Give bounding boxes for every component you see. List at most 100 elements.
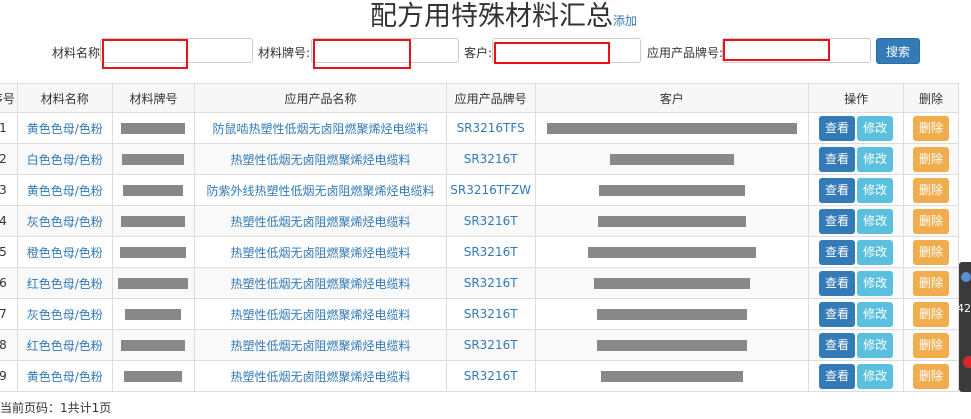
delete-button[interactable]: 删除: [913, 208, 950, 234]
view-button[interactable]: 查看: [819, 146, 856, 172]
search-button[interactable]: 搜索: [876, 38, 920, 64]
table-row: 3 黄色色母/色粉 防紫外线热塑性低烟无卤阻燃聚烯烃电缆料 SR3216TFZW…: [0, 174, 959, 206]
header-customer: 客户: [534, 83, 810, 113]
delete-cell: 删除: [903, 174, 959, 206]
material-grade: [111, 298, 196, 330]
header-material-grade: 材料牌号: [111, 83, 196, 113]
product-grade[interactable]: SR3216T: [445, 143, 536, 175]
material-grade: [111, 205, 196, 237]
material-name[interactable]: 黄色色母/色粉: [16, 112, 113, 144]
delete-button[interactable]: 删除: [913, 332, 950, 358]
view-button[interactable]: 查看: [819, 363, 856, 389]
materials-table: 序号 材料名称 材料牌号 应用产品名称 应用产品牌号 客户 操作 删除 1 黄色…: [0, 83, 959, 392]
material-name[interactable]: 橙色色母/色粉: [16, 236, 113, 268]
delete-cell: 删除: [903, 298, 959, 330]
product-name[interactable]: 热塑性低烟无卤阻燃聚烯烃电缆料: [194, 329, 447, 361]
row-no: 1: [0, 112, 18, 144]
widget-red-icon[interactable]: [963, 356, 971, 368]
delete-cell: 删除: [903, 143, 959, 175]
product-name[interactable]: 防紫外线热塑性低烟无卤阻燃聚烯烃电缆料: [194, 174, 447, 206]
customer-input[interactable]: [492, 38, 641, 63]
delete-button[interactable]: 删除: [913, 301, 950, 327]
widget-icon[interactable]: [961, 272, 971, 282]
view-button[interactable]: 查看: [819, 239, 856, 265]
customer: [534, 236, 810, 268]
edit-button[interactable]: 修改: [857, 208, 894, 234]
product-name[interactable]: 热塑性低烟无卤阻燃聚烯烃电缆料: [194, 267, 447, 299]
material-name[interactable]: 红色色母/色粉: [16, 267, 113, 299]
customer: [534, 329, 810, 361]
material-grade: [111, 329, 196, 361]
customer: [534, 174, 810, 206]
table-header-row: 序号 材料名称 材料牌号 应用产品名称 应用产品牌号 客户 操作 删除: [0, 83, 959, 113]
customer-label: 客户:: [464, 46, 493, 60]
delete-button[interactable]: 删除: [913, 363, 950, 389]
delete-button[interactable]: 删除: [913, 115, 950, 141]
redacted-text: [120, 247, 187, 258]
redacted-text: [609, 154, 734, 165]
delete-button[interactable]: 删除: [913, 270, 950, 296]
product-grade[interactable]: SR3216T: [445, 205, 536, 237]
row-no: 8: [0, 329, 18, 361]
view-button[interactable]: 查看: [819, 270, 856, 296]
header-delete: 删除: [903, 83, 959, 113]
table-row: 8 红色色母/色粉 热塑性低烟无卤阻燃聚烯烃电缆料 SR3216T 查看修改 删…: [0, 329, 959, 361]
edit-button[interactable]: 修改: [857, 115, 894, 141]
redacted-text: [593, 278, 750, 289]
delete-button[interactable]: 删除: [913, 177, 950, 203]
product-name[interactable]: 热塑性低烟无卤阻燃聚烯烃电缆料: [194, 143, 447, 175]
row-no: 4: [0, 205, 18, 237]
view-button[interactable]: 查看: [819, 301, 856, 327]
product-grade[interactable]: SR3216T: [445, 360, 536, 392]
material-grade-input[interactable]: [311, 38, 459, 63]
product-grade[interactable]: SR3216T: [445, 267, 536, 299]
delete-button[interactable]: 删除: [913, 239, 950, 265]
material-name[interactable]: 灰色色母/色粉: [16, 298, 113, 330]
add-link[interactable]: 添加: [613, 14, 637, 28]
view-button[interactable]: 查看: [819, 177, 856, 203]
edit-button[interactable]: 修改: [857, 177, 894, 203]
product-name[interactable]: 防鼠啮热塑性低烟无卤阻燃聚烯烃电缆料: [194, 112, 447, 144]
table-row: 7 灰色色母/色粉 热塑性低烟无卤阻燃聚烯烃电缆料 SR3216T 查看修改 删…: [0, 298, 959, 330]
table-row: 2 白色色母/色粉 热塑性低烟无卤阻燃聚烯烃电缆料 SR3216T 查看修改 删…: [0, 143, 959, 175]
edit-button[interactable]: 修改: [857, 146, 894, 172]
material-grade: [111, 112, 196, 144]
product-grade[interactable]: SR3216T: [445, 329, 536, 361]
edit-button[interactable]: 修改: [857, 239, 894, 265]
material-name[interactable]: 白色色母/色粉: [16, 143, 113, 175]
material-name[interactable]: 红色色母/色粉: [16, 329, 113, 361]
product-grade[interactable]: SR3216TFS: [445, 112, 536, 144]
edit-button[interactable]: 修改: [857, 270, 894, 296]
edit-button[interactable]: 修改: [857, 301, 894, 327]
product-grade[interactable]: SR3216TFZW: [445, 174, 536, 206]
material-grade: [111, 236, 196, 268]
edit-button[interactable]: 修改: [857, 332, 894, 358]
material-name[interactable]: 灰色色母/色粉: [16, 205, 113, 237]
redacted-text: [598, 185, 745, 196]
view-button[interactable]: 查看: [819, 208, 856, 234]
header-product-name: 应用产品名称: [194, 83, 447, 113]
material-name-input[interactable]: [100, 38, 253, 63]
product-grade[interactable]: SR3216T: [445, 298, 536, 330]
search-bar: 材料名称 材料牌号: 客户: 应用产品牌号: 搜索: [0, 38, 971, 69]
view-button[interactable]: 查看: [819, 332, 856, 358]
redacted-text: [118, 278, 189, 289]
product-name[interactable]: 热塑性低烟无卤阻燃聚烯烃电缆料: [194, 236, 447, 268]
material-name[interactable]: 黄色色母/色粉: [16, 174, 113, 206]
redacted-text: [124, 371, 183, 382]
product-grade[interactable]: SR3216T: [445, 236, 536, 268]
customer: [534, 267, 810, 299]
product-name[interactable]: 热塑性低烟无卤阻燃聚烯烃电缆料: [194, 205, 447, 237]
product-name[interactable]: 热塑性低烟无卤阻燃聚烯烃电缆料: [194, 298, 447, 330]
product-name[interactable]: 热塑性低烟无卤阻燃聚烯烃电缆料: [194, 360, 447, 392]
edit-button[interactable]: 修改: [857, 363, 894, 389]
page-title: 配方用特殊材料汇总: [369, 1, 613, 32]
delete-button[interactable]: 删除: [913, 146, 950, 172]
view-button[interactable]: 查看: [819, 115, 856, 141]
material-name[interactable]: 黄色色母/色粉: [16, 360, 113, 392]
product-grade-input[interactable]: [722, 38, 871, 63]
material-grade: [111, 174, 196, 206]
row-no: 7: [0, 298, 18, 330]
action-cell: 查看 修改: [808, 329, 905, 361]
redacted-text: [587, 247, 756, 258]
